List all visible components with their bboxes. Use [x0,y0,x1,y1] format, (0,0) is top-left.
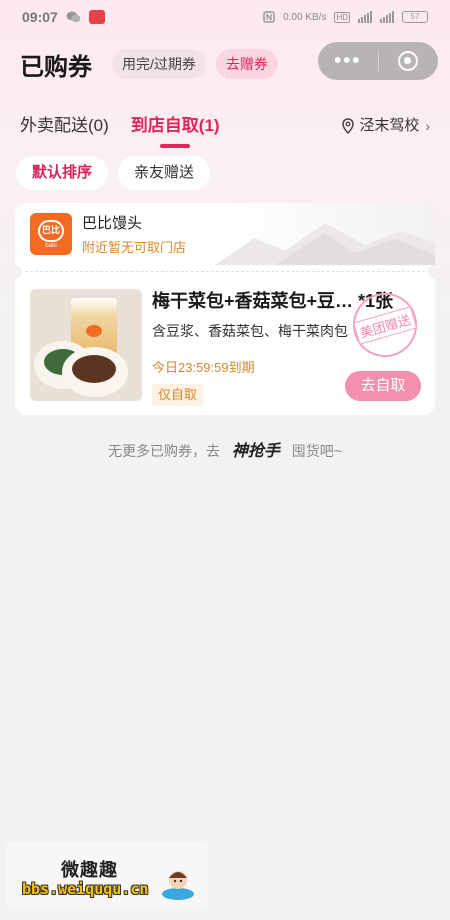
bun-image-meat [62,347,128,397]
shop-logo: 巴比 babi [30,213,72,255]
mountain-decoration [215,223,435,265]
page-title: 已购券 [20,53,92,81]
tab-delivery[interactable]: 外卖配送(0) [20,112,109,140]
delivery-tabs: 外卖配送(0) 到店自取(1) 泾末驾校 › [20,112,430,152]
coupon-card[interactable]: 巴比 babi 巴比馒头 附近暂无可取门店 梅干菜包+香菇菜包+豆… *1张 含… [15,203,435,415]
status-indicators: 0.00 KB/s HD 57 [263,11,428,23]
shenqiangshou-link[interactable]: 神抢手 [232,443,280,460]
close-miniprogram-button[interactable] [379,51,439,71]
perforation-divider [15,265,435,279]
nfc-icon [263,11,275,23]
network-speed: 0.00 KB/s [283,11,327,23]
signal-icon-2 [380,11,394,23]
sort-default-button[interactable]: 默认排序 [16,156,109,190]
footer-suffix: 囤货吧~ [291,443,342,459]
notch-left [15,265,22,279]
coupon-info: 梅干菜包+香菇菜包+豆… *1张 含豆浆、香菇菜包、梅干菜肉包 今日23:59:… [152,285,425,415]
signal-icon [358,11,372,23]
shop-logo-sub: babi [45,242,57,249]
location-pin-icon [342,118,355,134]
sort-gifted-button[interactable]: 亲友赠送 [118,156,211,190]
hd-icon: HD [334,11,350,23]
product-image [30,289,142,401]
coupon-item-desc: 含豆浆、香菇菜包、梅干菜肉包 [152,323,348,339]
site-watermark: 微趣趣 bbs.weiququ.cn [6,842,208,908]
expired-coupons-button[interactable]: 用完/过期券 [112,49,206,79]
no-more-coupons-text: 无更多已购券，去 神抢手 囤货吧~ [0,437,450,461]
shop-availability-note: 附近暂无可取门店 [82,240,187,255]
close-circle-icon [398,51,419,71]
tab-pickup[interactable]: 到店自取(1) [131,112,220,148]
location-label: 泾末驾校 [359,117,420,134]
wechat-icon [66,11,81,23]
meituan-app-icon [88,10,105,24]
footer-prefix: 无更多已购券，去 [108,443,220,459]
shop-name: 巴比馒头 [82,215,143,232]
watermark-title: 微趣趣 [61,860,118,880]
miniprogram-capsule: ••• [318,42,438,80]
notch-right [428,265,435,279]
status-time: 09:07 [22,9,58,25]
sort-options: 默认排序 亲友赠送 [16,156,211,190]
pickup-only-tag: 仅自取 [152,384,204,406]
coupon-shop-header: 巴比 babi 巴比馒头 附近暂无可取门店 [15,203,435,265]
mascot-icon [162,871,194,900]
shop-logo-mark: 巴比 [38,219,64,242]
location-selector[interactable]: 泾末驾校 › [341,112,430,140]
battery-icon: 57 [402,11,428,23]
page-header: 已购券 用完/过期券 去赠券 [20,44,278,84]
watermark-url: bbs.weiququ.cn [22,880,149,898]
chevron-right-icon: › [425,118,430,134]
go-pickup-button[interactable]: 去自取 [345,371,421,401]
gift-stamp-label: 美团赠送 [352,305,418,345]
more-menu-button[interactable]: ••• [318,42,378,80]
gift-coupon-button[interactable]: 去赠券 [215,49,278,79]
coupon-body: 梅干菜包+香菇菜包+豆… *1张 含豆浆、香菇菜包、梅干菜肉包 今日23:59:… [15,279,435,415]
status-bar: 09:07 0.00 KB/s HD 57 [0,0,450,34]
cup-logo-image [86,325,102,337]
shop-info: 巴比馒头 附近暂无可取门店 [82,212,186,256]
